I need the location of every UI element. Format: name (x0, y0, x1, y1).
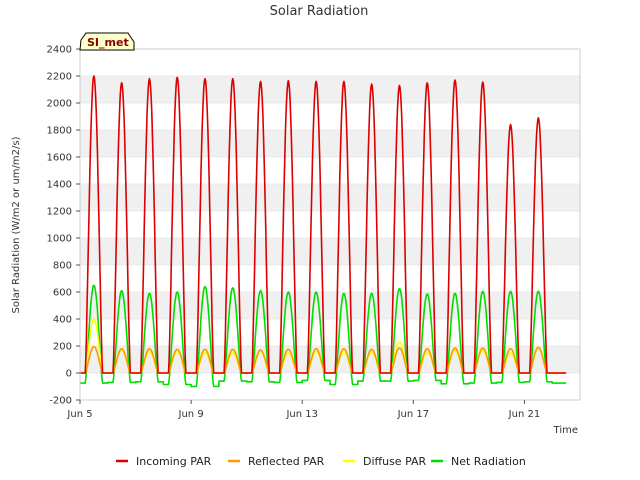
y-tick-label: 1200 (47, 207, 72, 218)
y-tick-label: 400 (53, 315, 72, 326)
station-badge: SI_met (79, 32, 135, 51)
y-tick-label: 2400 (47, 45, 72, 56)
station-badge-label: SI_met (87, 36, 129, 49)
y-tick-label: 1600 (47, 153, 72, 164)
y-tick-label: 2200 (47, 72, 72, 83)
y-tick-label: 1000 (47, 234, 72, 245)
y-tick-label: -200 (49, 396, 72, 407)
x-tick-label: Jun 13 (285, 409, 318, 420)
y-tick-label: 1800 (47, 126, 72, 137)
legend-label-net-radiation: Net Radiation (451, 455, 526, 468)
y-tick-label: 800 (53, 261, 72, 272)
y-axis-title: Solar Radiation (W/m2 or um/m2/s) (11, 136, 22, 313)
legend-label-diffuse-par: Diffuse PAR (363, 455, 427, 468)
x-axis-title: Time (553, 425, 578, 436)
grid-band (80, 76, 580, 103)
solar-radiation-chart: -200 0 200 400 600 800 1000 1200 1400 1600 1800 200… (11, 4, 581, 468)
x-tick-label: Jun 9 (178, 409, 204, 420)
y-tick-label: 0 (66, 369, 72, 380)
y-tick-label: 1400 (47, 180, 72, 191)
chart-title: Solar Radiation (270, 4, 369, 19)
legend: Incoming PAR Reflected PAR Diffuse PAR Net … (116, 455, 526, 468)
legend-label-reflected-par: Reflected PAR (248, 455, 325, 468)
y-tick-label: 2000 (47, 99, 72, 110)
grid-band (80, 130, 580, 157)
y-tick-label: 200 (53, 342, 72, 353)
x-tick-label: Jun 17 (397, 409, 430, 420)
y-tick-label: 600 (53, 288, 72, 299)
x-tick-label: Jun 5 (66, 409, 92, 420)
x-tick-label: Jun 21 (508, 409, 541, 420)
legend-label-incoming-par: Incoming PAR (136, 455, 212, 468)
